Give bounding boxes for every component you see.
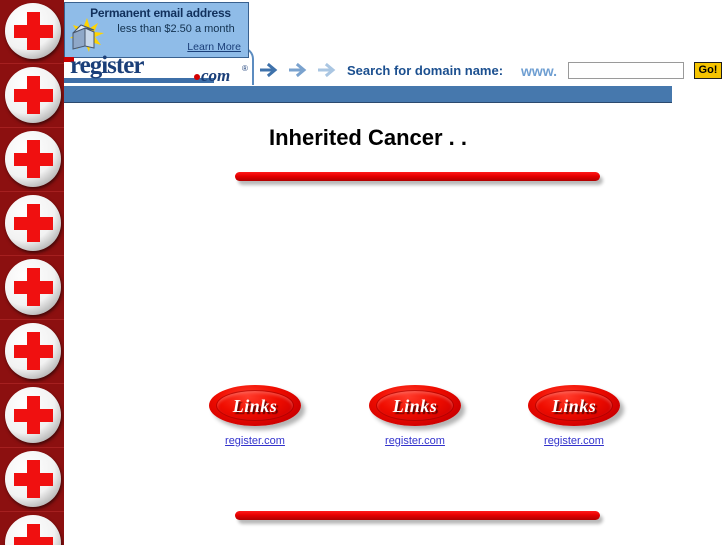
links-button-label: Links xyxy=(232,396,278,416)
search-input[interactable] xyxy=(568,62,684,79)
link-caption[interactable]: register.com xyxy=(190,435,320,447)
cross-bar-horizontal xyxy=(14,473,53,486)
red-cross-medical-icon xyxy=(5,195,61,251)
sidebar-cross-tile xyxy=(0,0,64,64)
search-go-button[interactable]: Go! xyxy=(694,62,722,79)
link-caption[interactable]: register.com xyxy=(509,435,639,447)
links-button-label: Links xyxy=(392,396,438,416)
sidebar-cross-tile xyxy=(0,256,64,320)
search-label: Search for domain name: xyxy=(347,63,504,78)
link-group: Links register.com xyxy=(190,385,320,447)
cross-bar-horizontal xyxy=(14,89,53,102)
arrow-right-icon xyxy=(318,62,336,78)
arrow-right-icon xyxy=(260,62,278,78)
link-group: Links register.com xyxy=(509,385,639,447)
arrow-right-icon xyxy=(289,62,307,78)
cross-bar-horizontal xyxy=(14,409,53,422)
cross-bar-horizontal xyxy=(14,537,53,545)
sidebar-cross-tile xyxy=(0,192,64,256)
sidebar-cross-tile xyxy=(0,320,64,384)
sidebar-cross-tile xyxy=(0,448,64,512)
search-prefix: www. xyxy=(521,63,558,79)
red-cross-medical-icon xyxy=(5,131,61,187)
page-content: Inherited Cancer . . Links register.com … xyxy=(64,104,727,545)
red-cross-medical-icon xyxy=(5,387,61,443)
cross-bar-horizontal xyxy=(14,153,53,166)
red-cross-medical-icon xyxy=(5,67,61,123)
red-cross-medical-icon xyxy=(5,323,61,379)
brand-suffix[interactable]: com xyxy=(201,66,230,86)
register-com-header: Permanent email address less than $2.50 … xyxy=(64,0,722,104)
links-button-label: Links xyxy=(551,396,597,416)
ad-subtext: less than $2.50 a month xyxy=(117,23,235,35)
sidebar-cross-tile xyxy=(0,384,64,448)
links-button[interactable]: Links xyxy=(209,385,301,426)
sidebar-cross-tile xyxy=(0,64,64,128)
cross-bar-horizontal xyxy=(14,345,53,358)
ad-headline: Permanent email address xyxy=(90,6,231,20)
link-caption[interactable]: register.com xyxy=(350,435,480,447)
cross-bar-horizontal xyxy=(14,281,53,294)
cross-bar-horizontal xyxy=(14,217,53,230)
red-cross-medical-icon xyxy=(5,259,61,315)
brand-dot xyxy=(194,74,200,80)
divider-rule-bottom xyxy=(235,511,600,520)
divider-rule-top xyxy=(235,172,600,181)
link-group: Links register.com xyxy=(350,385,480,447)
red-cross-medical-icon xyxy=(5,515,61,545)
cross-bar-horizontal xyxy=(14,25,53,38)
sidebar-cross-tile xyxy=(0,128,64,192)
page-title: Inherited Cancer . . xyxy=(268,125,468,150)
ad-banner[interactable]: Permanent email address less than $2.50 … xyxy=(64,2,249,58)
red-cross-medical-icon xyxy=(5,451,61,507)
decorative-sidebar xyxy=(0,0,64,545)
registered-mark: ® xyxy=(242,64,248,73)
brand-name[interactable]: register xyxy=(70,52,144,80)
links-button[interactable]: Links xyxy=(528,385,620,426)
red-cross-medical-icon xyxy=(5,3,61,59)
header-blue-bar xyxy=(64,86,672,103)
links-button[interactable]: Links xyxy=(369,385,461,426)
sidebar-cross-tile xyxy=(0,512,64,545)
